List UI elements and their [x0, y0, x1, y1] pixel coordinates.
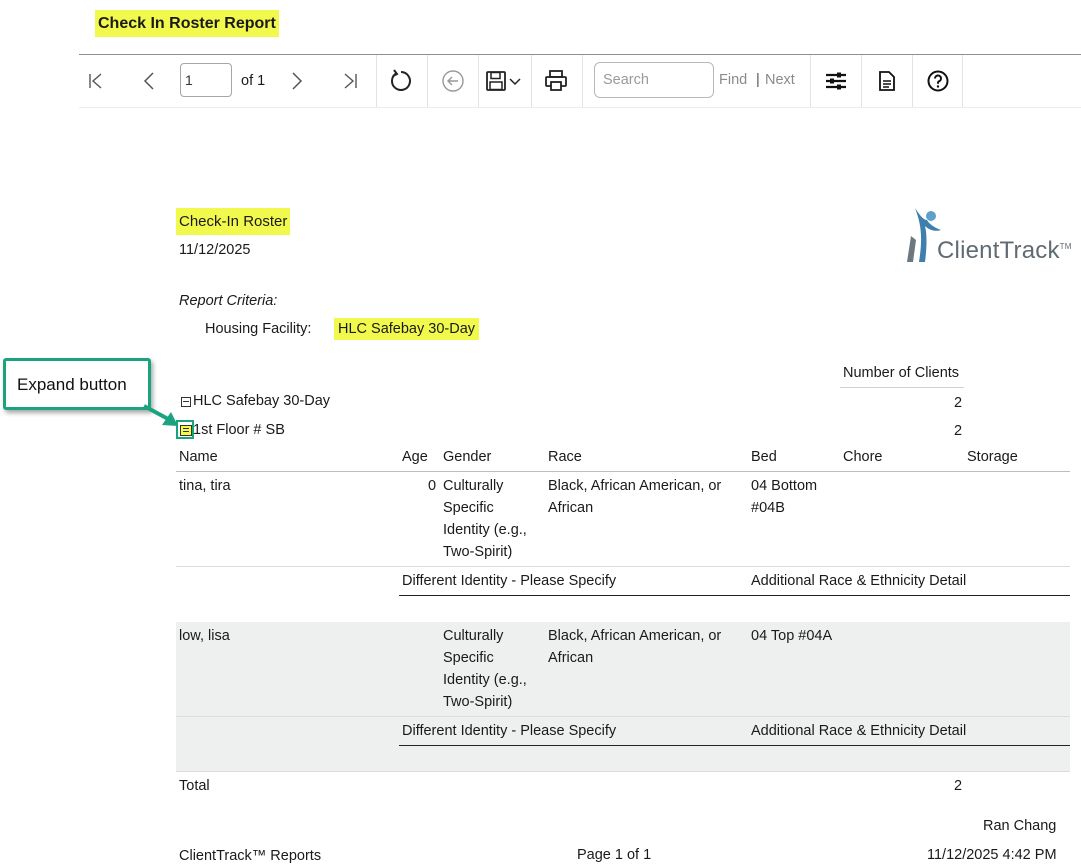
col-header-storage: Storage [967, 449, 1018, 465]
total-label: Total [179, 778, 210, 794]
refresh-button[interactable] [387, 68, 415, 94]
print-button[interactable] [542, 68, 570, 94]
clienttrack-logo: ClientTrackTM [905, 206, 1075, 266]
report-date: 11/12/2025 [179, 242, 251, 258]
find-separator: | [756, 72, 760, 88]
total-count: 2 [954, 778, 963, 794]
callout-arrow-icon [143, 404, 178, 426]
save-icon [486, 71, 506, 91]
row1-age: 0 [428, 478, 437, 494]
footer-page-number: Page 1 of 1 [577, 847, 652, 863]
find-next-link[interactable]: Next [765, 72, 795, 88]
col-header-race: Race [548, 449, 582, 465]
chevron-down-icon [509, 78, 521, 86]
col-header-gender: Gender [443, 449, 492, 465]
footer-brand: ClientTrack™ Reports [179, 848, 322, 864]
row1-detail-identity: Different Identity - Please Specify [402, 573, 617, 589]
housing-facility-value: HLC Safebay 30-Day [334, 318, 480, 340]
row1-detail-race: Additional Race & Ethnicity Detail [751, 573, 967, 589]
next-page-icon [292, 72, 303, 90]
col-header-name: Name [179, 449, 218, 465]
next-page-button[interactable] [282, 68, 310, 94]
parameters-button[interactable] [822, 68, 850, 94]
row1-gender: Culturally Specific Identity (e.g., Two-Sp… [443, 478, 527, 560]
print-icon [545, 70, 567, 91]
row2-name: low, lisa [179, 628, 230, 644]
export-dropdown-button[interactable] [505, 68, 525, 94]
row2-detail-race: Additional Race & Ethnicity Detail [751, 723, 967, 739]
page-title: Check In Roster Report [95, 10, 279, 37]
report-toolbar: of 1 Find | Next [79, 54, 1081, 108]
report-criteria-label: Report Criteria: [179, 293, 278, 309]
search-input[interactable] [594, 62, 714, 98]
row2-detail-identity: Different Identity - Please Specify [402, 723, 617, 739]
help-icon [927, 70, 949, 92]
last-page-button[interactable] [336, 68, 364, 94]
row1-name: tina, tira [179, 478, 231, 494]
row1-bed: 04 Bottom #04B [751, 478, 818, 516]
expand-button-callout: Expand button [3, 358, 151, 410]
last-page-icon [344, 73, 357, 89]
row2-bed: 04 Top #04A [751, 628, 833, 644]
group-floor-count: 2 [954, 423, 963, 439]
group-floor-name: 1st Floor # SB [193, 422, 285, 438]
parameters-icon [826, 72, 846, 90]
logo-text: ClientTrackTM [937, 237, 1072, 264]
report-user: Ran Chang [983, 818, 1057, 834]
page-number-input[interactable] [180, 63, 232, 97]
find-link[interactable]: Find [719, 72, 747, 88]
group-facility-name: HLC Safebay 30-Day [193, 393, 331, 409]
col-header-chore: Chore [843, 449, 883, 465]
first-page-icon [89, 73, 102, 89]
document-map-button[interactable] [873, 68, 901, 94]
housing-facility-label: Housing Facility: [205, 321, 312, 337]
col-header-age: Age [402, 449, 428, 465]
back-button[interactable] [439, 68, 467, 94]
col-header-bed: Bed [751, 449, 777, 465]
back-icon [442, 70, 464, 92]
number-of-clients-header: Number of Clients [843, 365, 960, 381]
page-count-label: of 1 [241, 73, 266, 89]
first-page-button[interactable] [82, 68, 110, 94]
report-title: Check-In Roster [176, 208, 291, 235]
previous-page-button[interactable] [136, 68, 164, 94]
help-button[interactable] [924, 68, 952, 94]
row2-gender: Culturally Specific Identity (e.g., Two-Sp… [443, 628, 527, 710]
group-facility-count: 2 [954, 395, 963, 411]
document-map-icon [879, 71, 895, 91]
footer-datetime: 11/12/2025 4:42 PM [927, 847, 1057, 863]
refresh-icon [391, 69, 411, 91]
row1-race: Black, African American, or African [548, 478, 722, 516]
prev-page-icon [143, 72, 154, 90]
row2-race: Black, African American, or African [548, 628, 722, 666]
